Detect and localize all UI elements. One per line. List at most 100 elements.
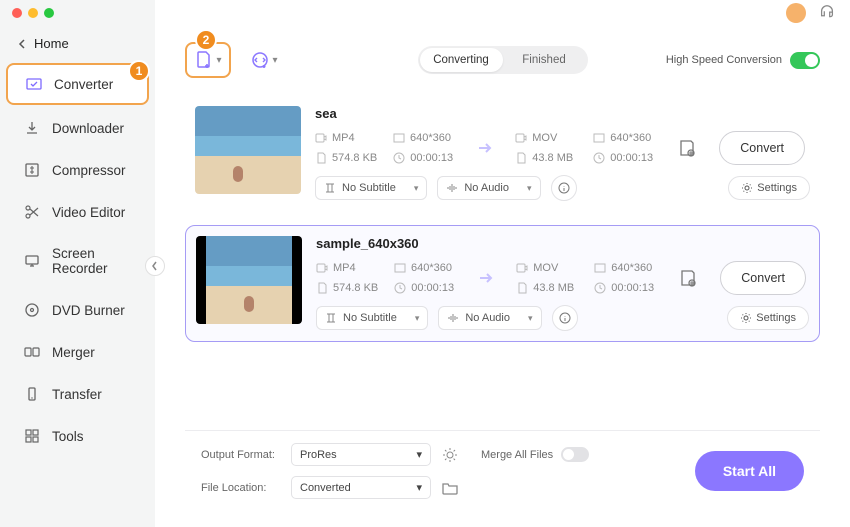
sidebar-item-label: Transfer (52, 387, 102, 402)
subtitle-dropdown[interactable]: No Subtitle▾ (315, 176, 427, 200)
video-thumbnail[interactable] (195, 106, 301, 194)
sidebar-item-compressor[interactable]: Compressor (6, 151, 149, 189)
home-link[interactable]: Home (0, 32, 155, 61)
high-speed-toggle[interactable] (790, 52, 820, 69)
conversion-list: sea MP4 640*360 574.8 KB 00:00:13 (185, 96, 820, 342)
sidebar-item-screen-recorder[interactable]: Screen Recorder (6, 235, 149, 287)
video-icon (515, 132, 527, 144)
audio-dropdown[interactable]: No Audio▾ (438, 306, 541, 330)
content-panel: 2 ▾ ▾ Converting Finished High Speed Con… (169, 30, 836, 519)
source-format: MP4 (332, 132, 355, 144)
sidebar-item-video-editor[interactable]: Video Editor (6, 193, 149, 231)
close-window-button[interactable] (12, 8, 22, 18)
chevron-down-icon: ▾ (416, 448, 422, 461)
conversion-card: sea MP4 640*360 574.8 KB 00:00:13 (185, 96, 820, 211)
sidebar-item-label: DVD Burner (52, 303, 125, 318)
maximize-window-button[interactable] (44, 8, 54, 18)
target-format: MOV (533, 262, 558, 274)
sidebar-item-merger[interactable]: Merger (6, 333, 149, 371)
output-format-value: ProRes (300, 449, 337, 461)
merge-label: Merge All Files (481, 449, 553, 461)
compressor-icon (24, 162, 40, 178)
subtitle-dropdown[interactable]: No Subtitle▾ (316, 306, 428, 330)
video-thumbnail[interactable] (196, 236, 302, 324)
settings-gear-icon[interactable] (441, 446, 459, 464)
subtitle-icon (325, 312, 337, 324)
video-icon (315, 132, 327, 144)
settings-button[interactable]: Settings (728, 176, 810, 200)
card-title: sea (315, 106, 810, 121)
sidebar-item-label: Compressor (52, 163, 126, 178)
transfer-icon (24, 386, 40, 402)
convert-button[interactable]: Convert (719, 131, 805, 165)
output-format-dropdown[interactable]: ProRes ▾ (291, 443, 431, 466)
chevron-down-icon: ▾ (414, 183, 419, 194)
settings-label: Settings (757, 182, 797, 194)
source-duration: 00:00:13 (411, 282, 454, 294)
start-all-button[interactable]: Start All (695, 451, 804, 491)
sidebar-item-label: Merger (52, 345, 95, 360)
output-settings-button[interactable] (672, 268, 704, 288)
file-location-label: File Location: (201, 482, 283, 494)
file-icon (515, 152, 527, 164)
bottom-bar: Output Format: ProRes ▾ Merge All Files F… (185, 430, 820, 511)
convert-button[interactable]: Convert (720, 261, 806, 295)
card-title: sample_640x360 (316, 236, 809, 251)
clock-icon (393, 152, 405, 164)
home-label: Home (34, 36, 69, 51)
conversion-card: sample_640x360 MP4 640*360 574.8 KB 00:0… (185, 225, 820, 342)
video-icon (516, 262, 528, 274)
sidebar-item-tools[interactable]: Tools (6, 417, 149, 455)
sidebar-item-label: Video Editor (52, 205, 125, 220)
scissors-icon (24, 204, 40, 220)
audio-dropdown[interactable]: No Audio▾ (437, 176, 540, 200)
subtitle-value: No Subtitle (343, 312, 397, 324)
sidebar-item-transfer[interactable]: Transfer (6, 375, 149, 413)
info-button[interactable] (551, 175, 577, 201)
tab-converting[interactable]: Converting (420, 48, 503, 72)
merge-toggle[interactable] (561, 447, 589, 462)
file-location-dropdown[interactable]: Converted ▾ (291, 476, 431, 499)
audio-icon (447, 312, 459, 324)
chevron-down-icon: ▾ (416, 481, 422, 494)
target-duration: 00:00:13 (611, 282, 654, 294)
add-folder-button[interactable]: ▾ (241, 42, 287, 78)
file-icon (516, 282, 528, 294)
support-icon[interactable] (818, 4, 836, 22)
annotation-marker-2: 2 (195, 29, 217, 51)
chevron-left-icon (18, 39, 28, 49)
arrow-icon (472, 268, 500, 288)
clock-icon (594, 282, 606, 294)
settings-button[interactable]: Settings (727, 306, 809, 330)
sidebar-item-downloader[interactable]: Downloader (6, 109, 149, 147)
converter-icon (26, 76, 42, 92)
target-duration: 00:00:13 (610, 152, 653, 164)
sidebar-item-label: Downloader (52, 121, 124, 136)
file-plus-icon (194, 50, 214, 70)
sidebar-item-label: Converter (54, 77, 113, 92)
annotation-marker-1: 1 (128, 60, 150, 82)
target-resolution: 640*360 (610, 132, 651, 144)
audio-icon (446, 182, 458, 194)
grid-icon (24, 428, 40, 444)
source-size: 574.8 KB (332, 152, 377, 164)
output-format-label: Output Format: (201, 449, 283, 461)
sidebar-item-dvd-burner[interactable]: DVD Burner (6, 291, 149, 329)
sidebar-collapse-handle[interactable] (145, 256, 165, 276)
file-location-value: Converted (300, 482, 351, 494)
source-duration: 00:00:13 (410, 152, 453, 164)
minimize-window-button[interactable] (28, 8, 38, 18)
output-settings-button[interactable] (671, 138, 703, 158)
source-format: MP4 (333, 262, 356, 274)
tabs: Converting Finished (418, 46, 588, 74)
avatar[interactable] (786, 3, 806, 23)
tab-finished[interactable]: Finished (503, 48, 586, 72)
toolbar: 2 ▾ ▾ Converting Finished High Speed Con… (185, 42, 820, 78)
topbar (155, 0, 850, 26)
source-size: 574.8 KB (333, 282, 378, 294)
gear-icon (741, 182, 753, 194)
info-button[interactable] (552, 305, 578, 331)
audio-value: No Audio (465, 312, 510, 324)
folder-open-icon[interactable] (441, 479, 459, 497)
chevron-down-icon: ▾ (272, 55, 277, 66)
